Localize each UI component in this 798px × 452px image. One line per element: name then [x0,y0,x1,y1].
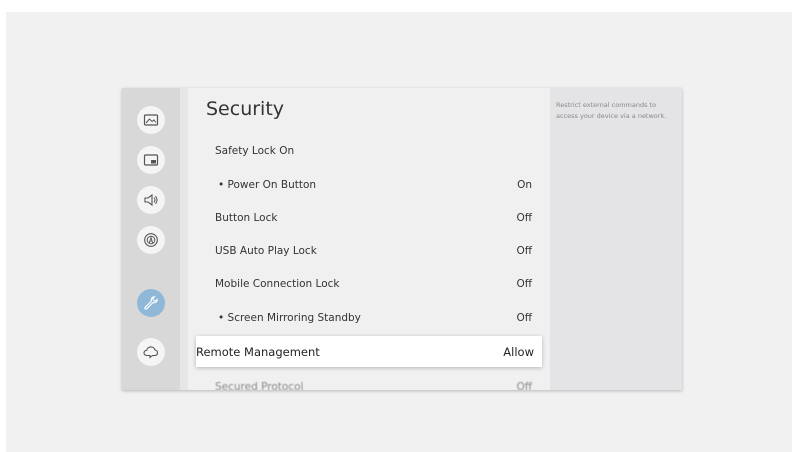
picture-icon [143,114,159,126]
category-sound[interactable] [137,186,165,214]
menu-item-value: Off [516,312,533,324]
menu-item-value: Off [516,278,533,290]
help-description: Restrict external commands to access you… [556,101,667,120]
menu-item-mobile-connection-lock[interactable]: Mobile Connection Lock Off [198,269,546,299]
wrench-icon [144,296,158,310]
menu-item-label: • Power On Button [218,179,317,191]
rail-divider [180,88,188,390]
menu-item-label: Safety Lock On [215,145,295,157]
settings-window: Security Safety Lock On • Power On Butto… [122,88,682,390]
category-support[interactable] [137,338,165,366]
menu-item-value: Off [516,381,533,390]
menu-item-label: Mobile Connection Lock [215,278,340,290]
menu-item-value: On [517,179,532,191]
category-broadcasting[interactable] [137,226,165,254]
page-title: Security [206,98,285,120]
menu-item-remote-management[interactable]: Remote Management Allow [196,336,542,367]
security-menu: Security Safety Lock On • Power On Butto… [188,88,550,390]
picture-in-picture-icon [143,154,159,166]
menu-item-usb-auto-play-lock[interactable]: USB Auto Play Lock Off [198,236,546,266]
category-general[interactable] [137,289,165,317]
menu-item-label: Button Lock [215,212,278,224]
menu-item-button-lock[interactable]: Button Lock Off [198,203,546,233]
broadcasting-icon [144,233,158,247]
menu-item-label: • Screen Mirroring Standby [218,312,361,324]
menu-item-power-on-button[interactable]: • Power On Button On [198,170,546,200]
settings-category-rail [122,88,180,390]
category-pip[interactable] [137,146,165,174]
menu-item-label: Remote Management [196,344,320,359]
menu-item-secured-protocol[interactable]: Secured Protocol Off [198,372,546,390]
category-picture[interactable] [137,106,165,134]
menu-item-value: Off [516,212,533,224]
menu-item-safety-lock-on[interactable]: Safety Lock On [198,136,546,166]
menu-item-label: Secured Protocol [215,381,304,390]
menu-item-value: Allow [503,344,534,359]
sound-icon [144,193,158,207]
menu-item-screen-mirroring-standby[interactable]: • Screen Mirroring Standby Off [198,303,546,333]
support-icon [143,346,158,359]
menu-item-label: USB Auto Play Lock [215,245,317,257]
help-panel: Restrict external commands to access you… [550,88,682,390]
menu-item-value: Off [516,245,533,257]
